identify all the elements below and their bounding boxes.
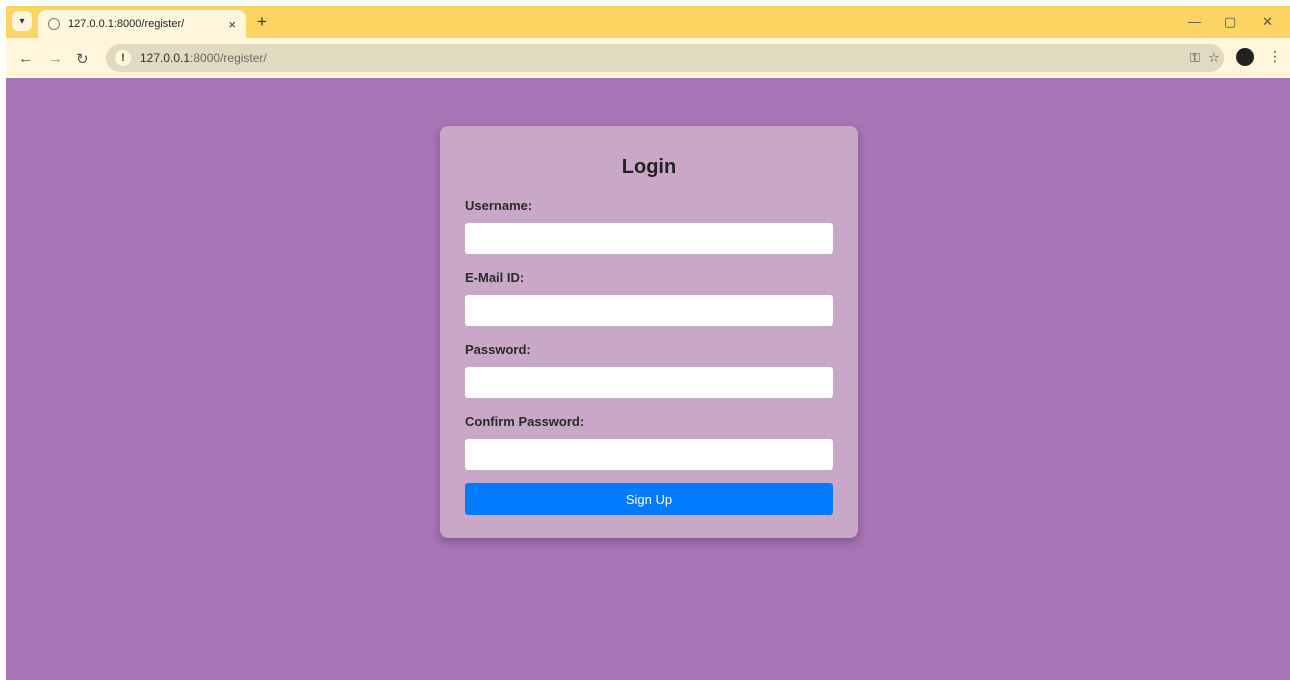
- confirm-password-label: Confirm Password:: [465, 414, 585, 429]
- address-url[interactable]: 127.0.0.1:8000/register/: [140, 51, 267, 65]
- minimize-icon[interactable]: —: [1188, 14, 1201, 29]
- back-icon[interactable]: ←: [18, 50, 33, 67]
- reload-icon[interactable]: ↻: [76, 50, 89, 68]
- address-bar[interactable]: ! 127.0.0.1:8000/register/ ⚿ ☆: [106, 44, 1224, 72]
- key-icon[interactable]: ⚿: [1190, 50, 1200, 66]
- info-icon[interactable]: !: [115, 50, 131, 66]
- browser-toolbar: ← → ↻ ! 127.0.0.1:8000/register/ ⚿ ☆ ⋮: [6, 38, 1290, 78]
- url-path: :8000/register/: [190, 51, 267, 65]
- forward-icon[interactable]: →: [48, 50, 63, 67]
- restore-icon[interactable]: ▢: [1224, 14, 1236, 30]
- tab-list-icon[interactable]: ▾: [12, 11, 32, 31]
- sign-up-button[interactable]: Sign Up: [465, 483, 833, 515]
- page-content: Login Username: E-Mail ID: Password: Con…: [6, 78, 1290, 680]
- star-icon[interactable]: ☆: [1208, 50, 1220, 66]
- email-label: E-Mail ID:: [465, 270, 525, 285]
- menu-icon[interactable]: ⋮: [1268, 48, 1282, 65]
- plus-icon[interactable]: +: [252, 12, 272, 32]
- globe-icon: [48, 18, 60, 30]
- url-host: 127.0.0.1: [140, 51, 191, 65]
- form-title: Login: [621, 156, 677, 178]
- confirm-password-input[interactable]: [465, 439, 833, 470]
- password-input[interactable]: [465, 367, 833, 398]
- tab-strip: ▾ 127.0.0.1:8000/register/ × + — ▢ ✕: [6, 6, 1290, 38]
- username-input[interactable]: [465, 223, 833, 254]
- email-input[interactable]: [465, 295, 833, 326]
- profile-icon[interactable]: [1236, 48, 1254, 66]
- window-close-icon[interactable]: ✕: [1262, 14, 1273, 30]
- close-icon[interactable]: ×: [228, 17, 236, 32]
- username-label: Username:: [465, 198, 533, 213]
- tab-active[interactable]: 127.0.0.1:8000/register/ ×: [38, 10, 246, 38]
- password-label: Password:: [465, 342, 531, 357]
- browser-window: ▾ 127.0.0.1:8000/register/ × + — ▢ ✕ ← →…: [6, 6, 1290, 680]
- tab-title: 127.0.0.1:8000/register/: [68, 18, 185, 30]
- register-card: Login Username: E-Mail ID: Password: Con…: [440, 126, 858, 538]
